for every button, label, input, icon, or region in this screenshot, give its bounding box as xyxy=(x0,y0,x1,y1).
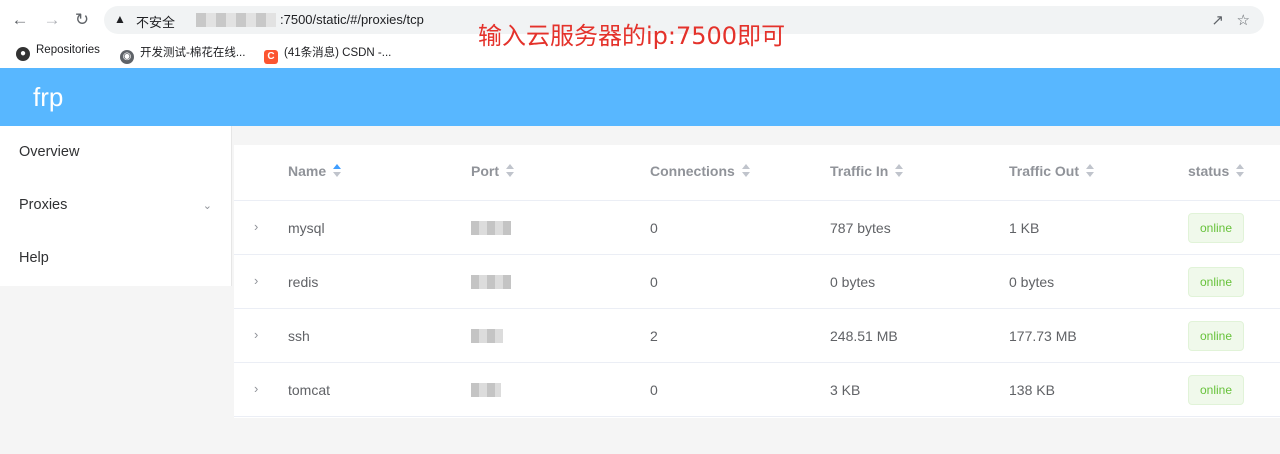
column-header-label: Traffic Out xyxy=(1009,163,1080,179)
column-header-traffic-in[interactable]: Traffic In xyxy=(830,163,904,179)
table-row[interactable]: › mysql 0 787 bytes 1 KB online xyxy=(234,201,1280,255)
table-header: Name Port Connections Traffic In Traffic… xyxy=(234,145,1280,201)
github-icon: ● xyxy=(16,47,30,61)
column-header-connections[interactable]: Connections xyxy=(650,163,751,179)
bookmark-dev-test[interactable]: ◉ 开发测试-棉花在线... xyxy=(120,44,245,64)
redacted-port xyxy=(471,275,511,289)
sort-icon[interactable] xyxy=(332,164,342,178)
sidebar-item-proxies[interactable]: Proxies ⌄ xyxy=(0,179,232,233)
app-header: frp xyxy=(0,68,1280,126)
bookmark-label: (41条消息) CSDN -... xyxy=(284,47,392,59)
cell-name: mysql xyxy=(288,220,325,236)
cell-name: redis xyxy=(288,274,319,290)
status-badge: online xyxy=(1188,267,1244,297)
cell-traffic-in: 3 KB xyxy=(830,382,861,398)
sort-icon[interactable] xyxy=(894,164,904,178)
expand-arrow-icon[interactable]: › xyxy=(254,327,258,342)
cell-traffic-in: 787 bytes xyxy=(830,220,891,236)
star-icon[interactable]: ☆ xyxy=(1237,11,1250,29)
column-header-label: Port xyxy=(471,163,499,179)
sidebar-item-help[interactable]: Help xyxy=(0,232,232,286)
cell-traffic-out: 1 KB xyxy=(1009,220,1040,236)
sidebar-item-overview[interactable]: Overview xyxy=(0,126,232,180)
cell-connections: 0 xyxy=(650,274,658,290)
bookmark-label: 开发测试-棉花在线... xyxy=(140,47,246,59)
bookmarks-bar: ● Repositories ◉ 开发测试-棉花在线... C (41条消息) CSD… xyxy=(0,40,1280,64)
forward-arrow-icon[interactable]: → xyxy=(40,8,64,32)
cell-name: tomcat xyxy=(288,382,331,398)
cell-name: ssh xyxy=(288,328,310,344)
globe-icon: ◉ xyxy=(120,50,134,64)
column-header-label: Traffic In xyxy=(830,163,889,179)
cell-traffic-out: 138 KB xyxy=(1009,382,1055,398)
warning-triangle-icon[interactable]: ▲ xyxy=(114,12,126,26)
sidebar-menu: Overview Proxies ⌄ Help xyxy=(0,126,232,286)
sort-icon[interactable] xyxy=(505,164,515,178)
status-badge: online xyxy=(1188,375,1244,405)
cell-traffic-in: 0 bytes xyxy=(830,274,876,290)
column-header-port[interactable]: Port xyxy=(471,163,515,179)
share-icon[interactable]: ↗ xyxy=(1211,11,1224,29)
cell-traffic-out: 177.73 MB xyxy=(1009,328,1077,344)
sidebar-item-label: Help xyxy=(19,250,49,266)
cell-traffic-out: 0 bytes xyxy=(1009,274,1055,290)
proxies-table: Name Port Connections Traffic In Traffic… xyxy=(234,145,1280,418)
table-row[interactable]: › ssh 2 248.51 MB 177.73 MB online xyxy=(234,309,1280,363)
chevron-down-icon: ⌄ xyxy=(202,200,212,212)
bookmark-repositories[interactable]: ● Repositories xyxy=(16,44,100,61)
column-header-label: status xyxy=(1188,163,1230,179)
sidebar-item-label: Overview xyxy=(19,144,80,160)
cell-traffic-in: 248.51 MB xyxy=(830,328,898,344)
column-header-status[interactable]: status xyxy=(1188,163,1245,179)
csdn-icon: C xyxy=(264,50,278,64)
back-arrow-icon[interactable]: ← xyxy=(8,8,32,32)
bookmark-label: Repositories xyxy=(36,44,100,56)
sort-icon[interactable] xyxy=(1085,164,1095,178)
bookmark-csdn[interactable]: C (41条消息) CSDN -... xyxy=(264,44,391,64)
redacted-port xyxy=(471,221,511,235)
sidebar-item-label: Proxies xyxy=(19,197,68,213)
url-text[interactable]: :7500/static/#/proxies/tcp xyxy=(280,12,424,27)
browser-chrome: ← → ↻ ▲ 不安全 :7500/static/#/proxies/tcp ↗… xyxy=(0,0,1280,68)
reload-icon[interactable]: ↻ xyxy=(70,8,94,32)
expand-arrow-icon[interactable]: › xyxy=(254,219,258,234)
column-header-label: Name xyxy=(288,163,327,179)
cell-connections: 0 xyxy=(650,220,658,236)
column-header-label: Connections xyxy=(650,163,735,179)
redacted-port xyxy=(471,329,503,343)
column-header-traffic-out[interactable]: Traffic Out xyxy=(1009,163,1095,179)
insecure-label[interactable]: 不安全 xyxy=(136,12,175,31)
redacted-port xyxy=(471,383,501,397)
sort-icon[interactable] xyxy=(1235,164,1245,178)
table-row[interactable]: › tomcat 0 3 KB 138 KB online xyxy=(234,363,1280,417)
table-row[interactable]: › redis 0 0 bytes 0 bytes online xyxy=(234,255,1280,309)
cell-connections: 2 xyxy=(650,328,658,344)
brand-logo[interactable]: frp xyxy=(33,82,63,113)
cell-connections: 0 xyxy=(650,382,658,398)
status-badge: online xyxy=(1188,321,1244,351)
expand-arrow-icon[interactable]: › xyxy=(254,273,258,288)
status-badge: online xyxy=(1188,213,1244,243)
expand-arrow-icon[interactable]: › xyxy=(254,381,258,396)
sort-icon[interactable] xyxy=(741,164,751,178)
column-header-name[interactable]: Name xyxy=(288,163,342,179)
redacted-host xyxy=(196,13,276,27)
